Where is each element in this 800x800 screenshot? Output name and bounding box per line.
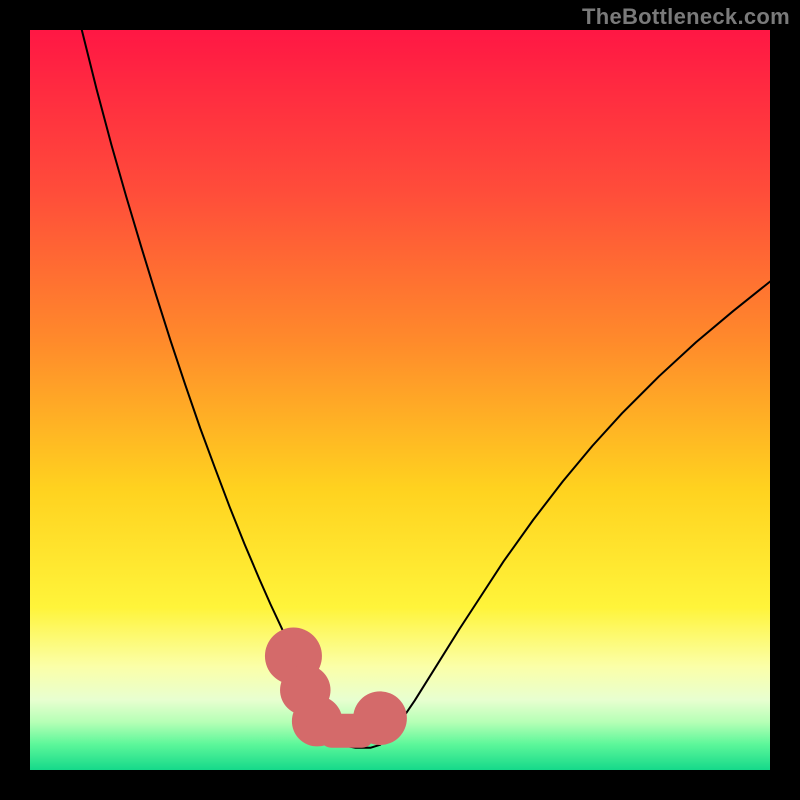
chart-svg	[30, 30, 770, 770]
chart-background	[30, 30, 770, 770]
watermark-text: TheBottleneck.com	[582, 4, 790, 30]
chart-frame: TheBottleneck.com	[0, 0, 800, 800]
chart-plot-area	[30, 30, 770, 770]
marker-bar-4	[320, 714, 373, 748]
